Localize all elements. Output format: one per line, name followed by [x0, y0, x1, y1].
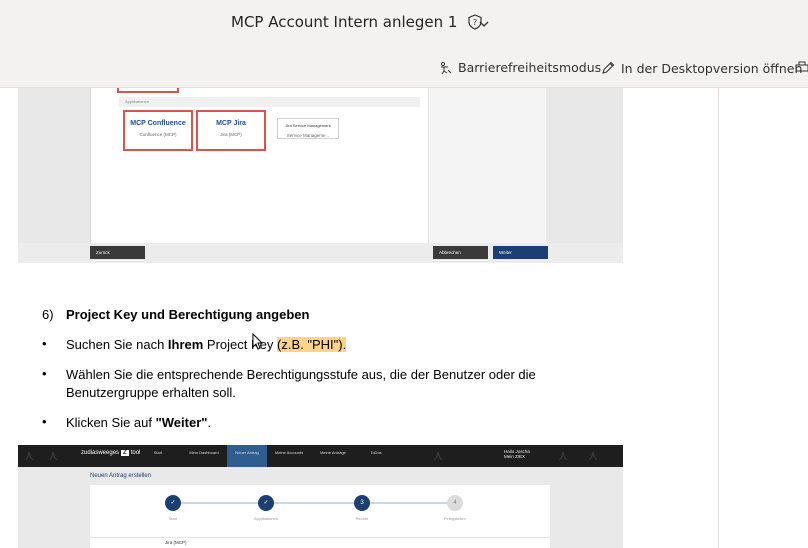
bold-run: "Weiter" — [155, 415, 208, 430]
embedded-screenshot-wizard: ⋏ ⋏ zudiasweeges Ztool Start Mein Dashboa… — [18, 445, 623, 548]
section-label: Applikationen — [119, 97, 420, 107]
list-item-text: Suchen Sie nach Ihrem Project Key (z.B. … — [66, 336, 566, 354]
bullet-icon: • — [42, 366, 47, 381]
screenshot-cancel-button: Abbrechen — [433, 246, 488, 259]
nav-item: ToDos — [370, 450, 382, 455]
nav-item: Meine Accounts — [274, 450, 304, 455]
accessibility-mode-button[interactable]: Barrierefreiheitsmodus — [439, 60, 601, 75]
step-heading: 6) Project Key und Berechtigung angeben — [42, 307, 309, 322]
pencil-icon — [602, 61, 615, 74]
mountain-icon: ⋏ — [433, 447, 444, 463]
mountain-icon: ⋏ — [558, 447, 569, 463]
document-canvas: Applikationen MCP Confluence Confluence … — [0, 88, 808, 548]
user-info: Hallo Joscha Mein ZIEX — [504, 449, 530, 459]
bullet-icon: • — [42, 414, 47, 429]
text-run: . — [207, 415, 212, 430]
tile-confluence-logo: MCP Confluence — [130, 120, 186, 127]
wizard-step-label: Applikationen — [253, 516, 279, 521]
tile-service-caption: Service Manageme... — [286, 133, 330, 138]
svg-text:?: ? — [473, 18, 477, 27]
printer-icon — [795, 61, 808, 72]
wizard-progress-line — [172, 502, 462, 504]
brand-mark: Z — [121, 450, 129, 456]
brand-logo: zudiasweeges Ztool — [81, 450, 140, 456]
tile-jira-caption: Jira (MCP) — [220, 132, 242, 137]
command-bar: Barrierefreiheitsmodus In der Desktopver… — [0, 48, 808, 88]
application-row: Jira (MCP) — [90, 537, 550, 548]
tile-service-management: Jira Service Management Service Manageme… — [277, 118, 339, 139]
wizard-step-label: Start — [168, 516, 178, 521]
nav-item: Start — [153, 450, 163, 455]
mountain-icon: ⋏ — [24, 447, 35, 463]
document-title-group[interactable]: MCP Account Intern anlegen 1 ? — [231, 13, 483, 31]
screenshot-next-button: Weiter — [493, 246, 548, 259]
text-run: Project Key — [203, 337, 278, 352]
right-pane — [718, 88, 808, 548]
tile-jira: MCP Jira Jira (MCP) — [196, 110, 266, 151]
nav-item-active: Neuer Antrag — [227, 445, 267, 467]
screenshot-back-button: Zurück — [90, 246, 145, 259]
bold-run: Ihrem — [167, 337, 204, 352]
wizard-step-label: Fertigstellen — [444, 516, 466, 521]
tile-service-logo: Jira Service Management — [285, 123, 331, 128]
list-item-text: Wählen Sie die entsprechende Berechtigun… — [66, 367, 536, 400]
accessibility-mode-label: Barrierefreiheitsmodus — [458, 60, 602, 75]
wizard-step-done-icon: ✓ — [165, 495, 181, 511]
highlight-frame — [117, 88, 179, 93]
wizard-step-pending: 4 — [447, 495, 463, 511]
open-desktop-button[interactable]: In der Desktopversion öffnen — [600, 60, 802, 76]
step-title: Project Key und Berechtigung angeben — [66, 307, 310, 322]
document-title[interactable]: MCP Account Intern anlegen 1 — [231, 13, 457, 31]
application-row-label: Jira (MCP) — [165, 540, 187, 545]
chevron-down-icon[interactable] — [478, 19, 490, 29]
accessibility-icon — [440, 61, 452, 74]
mountain-icon: ⋏ — [48, 447, 59, 463]
nav-item: Meine Anträge — [320, 450, 346, 455]
wizard-step-label: Rechte — [355, 516, 369, 521]
screenshot-nav-bar: ⋏ ⋏ zudiasweeges Ztool Start Mein Dashboa… — [18, 445, 623, 467]
nav-item: Mein Dashboard — [189, 450, 219, 455]
wizard-step-done-icon: ✓ — [258, 495, 274, 511]
text-run: Klicken Sie auf — [66, 415, 156, 430]
tile-jira-logo: MCP Jira — [216, 120, 246, 127]
screenshot-side-panel — [428, 88, 546, 243]
user-org: Mein ZIEX — [504, 454, 526, 459]
open-desktop-label: In der Desktopversion öffnen — [621, 60, 803, 76]
embedded-screenshot-applications: Applikationen MCP Confluence Confluence … — [18, 88, 623, 263]
title-bar: MCP Account Intern anlegen 1 ? — [0, 0, 808, 48]
tile-confluence: MCP Confluence Confluence (MCP) — [123, 110, 193, 151]
wizard-step-current: 3 — [354, 495, 370, 511]
text-run: Suchen Sie nach — [66, 337, 168, 352]
wizard-title: Neuen Antrag erstellen — [90, 473, 152, 479]
mountain-icon: ⋏ — [588, 447, 599, 463]
bullet-icon: • — [42, 336, 47, 351]
brand-left: zudiasweeges — [81, 450, 120, 456]
print-button[interactable] — [795, 60, 808, 74]
screenshot-dialog: Applikationen MCP Confluence Confluence … — [90, 88, 546, 243]
document-page: Applikationen MCP Confluence Confluence … — [0, 88, 718, 548]
highlighted-run: (z.B. "PHI"). — [277, 337, 347, 352]
tile-confluence-caption: Confluence (MCP) — [139, 132, 177, 137]
wizard-panel: ✓ ✓ 3 4 Start Applikationen Rechte Ferti… — [90, 485, 550, 548]
step-number: 6) — [42, 307, 54, 322]
mouse-cursor-icon — [252, 333, 264, 350]
list-item-text: Klicken Sie auf "Weiter". — [66, 414, 566, 432]
